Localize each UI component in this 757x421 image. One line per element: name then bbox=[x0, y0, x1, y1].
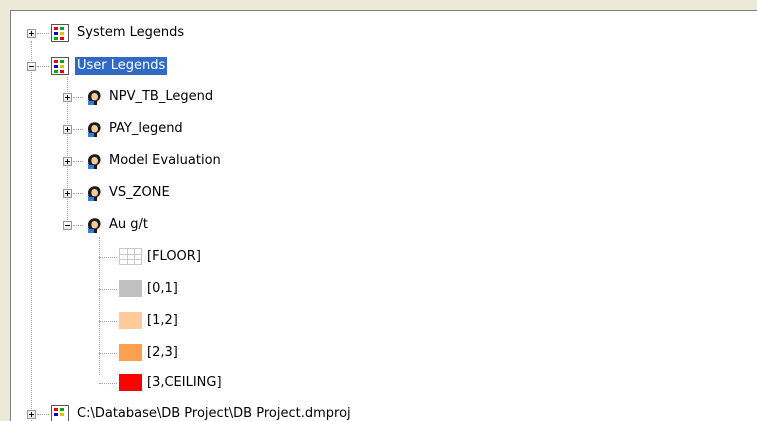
expand-toggle[interactable] bbox=[63, 125, 72, 134]
legend-label[interactable]: Model Evaluation bbox=[107, 152, 223, 170]
color-swatch bbox=[119, 248, 142, 265]
tree-line bbox=[73, 97, 83, 98]
tree-line bbox=[73, 129, 83, 130]
expand-toggle[interactable] bbox=[27, 410, 36, 419]
range-label[interactable]: [3,CEILING] bbox=[145, 374, 224, 392]
color-swatch bbox=[119, 280, 142, 297]
legend-label[interactable]: NPV_TB_Legend bbox=[107, 88, 215, 106]
legend-label[interactable]: PAY_legend bbox=[107, 120, 185, 138]
expand-toggle[interactable] bbox=[27, 29, 36, 38]
legend-folder-icon bbox=[51, 57, 69, 75]
range-label[interactable]: [2,3] bbox=[145, 344, 180, 362]
tree-line bbox=[31, 41, 32, 421]
expand-toggle[interactable] bbox=[63, 189, 72, 198]
tree-line bbox=[37, 66, 49, 67]
legend-folder-icon bbox=[51, 24, 69, 42]
tree-line bbox=[73, 193, 83, 194]
tree-line bbox=[99, 383, 117, 384]
user-legend-icon bbox=[88, 154, 101, 169]
tree-line bbox=[73, 225, 83, 226]
color-swatch bbox=[119, 312, 142, 329]
tree-line bbox=[73, 161, 83, 162]
color-swatch bbox=[119, 344, 142, 361]
user-legend-icon bbox=[88, 90, 101, 105]
user-legend-icon bbox=[88, 122, 101, 137]
collapse-toggle[interactable] bbox=[27, 62, 36, 71]
expand-toggle[interactable] bbox=[63, 93, 72, 102]
tree-line bbox=[37, 414, 49, 415]
legend-label[interactable]: Au g/t bbox=[107, 216, 150, 234]
project-path-label[interactable]: C:\Database\DB Project\DB Project.dmproj bbox=[75, 405, 353, 421]
tree-line bbox=[99, 257, 117, 258]
tree-line bbox=[37, 33, 49, 34]
tree-line bbox=[99, 289, 117, 290]
expand-toggle[interactable] bbox=[63, 157, 72, 166]
legend-folder-icon bbox=[51, 405, 69, 421]
collapse-toggle[interactable] bbox=[63, 221, 72, 230]
user-legend-icon bbox=[88, 218, 101, 233]
tree-line bbox=[99, 321, 117, 322]
range-label[interactable]: [1,2] bbox=[145, 312, 180, 330]
legend-label[interactable]: VS_ZONE bbox=[107, 184, 172, 202]
tree-line bbox=[99, 353, 117, 354]
user-legends-label[interactable]: User Legends bbox=[75, 57, 168, 75]
range-label[interactable]: [0,1] bbox=[145, 280, 180, 298]
range-label[interactable]: [FLOOR] bbox=[145, 248, 203, 266]
user-legend-icon bbox=[88, 186, 101, 201]
system-legends-label[interactable]: System Legends bbox=[75, 24, 186, 42]
legend-tree[interactable]: System Legends User Legends NPV_TB_Legen… bbox=[10, 10, 757, 421]
color-swatch bbox=[119, 374, 142, 391]
